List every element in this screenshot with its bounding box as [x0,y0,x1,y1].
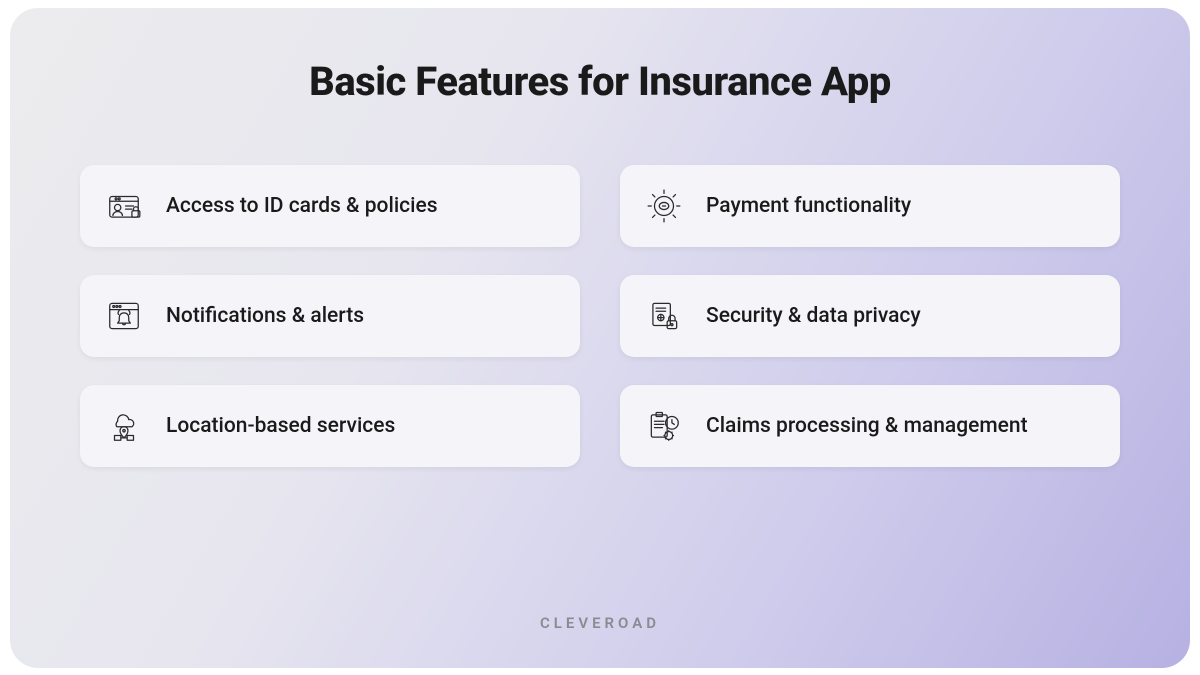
feature-label: Security & data privacy [706,304,921,328]
feature-id-cards: Access to ID cards & policies [80,165,580,247]
feature-label: Claims processing & management [706,414,1028,438]
document-lock-icon [644,296,684,336]
page-title: Basic Features for Insurance App [80,58,1120,105]
feature-notifications: Notifications & alerts [80,275,580,357]
diagram-card: Basic Features for Insurance App Access … [10,8,1190,668]
feature-label: Notifications & alerts [166,304,364,328]
feature-label: Access to ID cards & policies [166,194,438,218]
clipboard-clock-icon [644,406,684,446]
feature-label: Location-based services [166,414,395,438]
feature-claims: Claims processing & management [620,385,1120,467]
bell-window-icon [104,296,144,336]
feature-security: Security & data privacy [620,275,1120,357]
id-card-lock-icon [104,186,144,226]
features-grid: Access to ID cards & policies Payment fu… [80,165,1120,467]
cloud-pin-icon [104,406,144,446]
gear-money-icon [644,186,684,226]
feature-label: Payment functionality [706,194,911,218]
brand-mark: CLEVEROAD [80,614,1120,638]
feature-payment: Payment functionality [620,165,1120,247]
feature-location: Location-based services [80,385,580,467]
